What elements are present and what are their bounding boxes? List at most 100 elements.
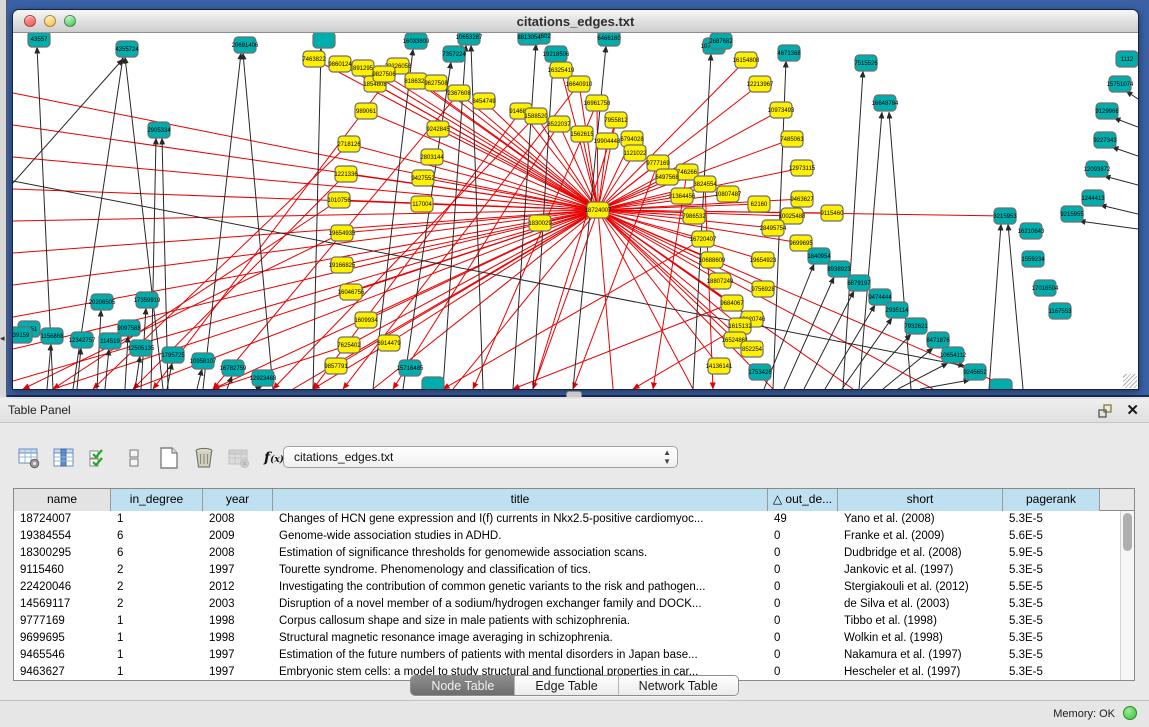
table-cell[interactable]: 19384554 bbox=[14, 528, 111, 545]
float-panel-icon[interactable] bbox=[1097, 403, 1113, 419]
table-cell[interactable]: 6 bbox=[111, 528, 203, 545]
split-pane-handle[interactable] bbox=[566, 391, 582, 397]
table-row[interactable]: 977716911998Corpus callosum shape and si… bbox=[14, 613, 1134, 630]
table-scrollbar[interactable] bbox=[1120, 511, 1134, 681]
table-cell[interactable]: 2009 bbox=[203, 528, 273, 545]
table-cell[interactable]: 1998 bbox=[203, 613, 273, 630]
panel-collapse-arrow-icon[interactable]: ◂ bbox=[0, 334, 5, 343]
column-header-name[interactable]: name bbox=[14, 489, 111, 511]
table-row[interactable]: 1938455462009Genome-wide association stu… bbox=[14, 528, 1134, 545]
table-cell[interactable]: 9777169 bbox=[14, 613, 111, 630]
select-columns-button[interactable] bbox=[86, 445, 112, 471]
table-cell[interactable]: 5.3E-5 bbox=[1003, 630, 1100, 647]
table-row[interactable]: 946554611997Estimation of the future num… bbox=[14, 647, 1134, 664]
table-cell[interactable]: 1 bbox=[111, 613, 203, 630]
delete-table-button[interactable] bbox=[226, 445, 252, 471]
table-cell[interactable]: 5.9E-5 bbox=[1003, 545, 1100, 562]
table-cell[interactable]: 0 bbox=[768, 579, 838, 596]
window-resize-grip[interactable] bbox=[1123, 374, 1137, 388]
table-cell[interactable]: de Silva et al. (2003) bbox=[838, 596, 1003, 613]
column-header-year[interactable]: year bbox=[203, 489, 273, 511]
table-select-dropdown[interactable]: citations_edges.txt ▲▼ bbox=[283, 446, 678, 468]
table-cell[interactable]: 2 bbox=[111, 579, 203, 596]
table-row[interactable]: 2242004622012Investigating the contribut… bbox=[14, 579, 1134, 596]
column-header-in_degree[interactable]: in_degree bbox=[111, 489, 203, 511]
table-cell[interactable]: Estimation of significance thresholds fo… bbox=[273, 545, 768, 562]
table-row[interactable]: 1872400712008Changes of HCN gene express… bbox=[14, 511, 1134, 528]
column-header-short[interactable]: short bbox=[838, 489, 1003, 511]
tab-edge-table[interactable]: Edge Table bbox=[515, 676, 618, 695]
memory-ok-indicator-icon[interactable] bbox=[1123, 706, 1137, 720]
table-cell[interactable]: 2003 bbox=[203, 596, 273, 613]
zoom-window-icon[interactable] bbox=[64, 15, 76, 27]
graph-node[interactable] bbox=[990, 379, 1012, 389]
graph-node[interactable] bbox=[422, 377, 444, 389]
table-cell[interactable]: 49 bbox=[768, 511, 838, 528]
minimize-window-icon[interactable] bbox=[44, 15, 56, 27]
table-cell[interactable]: 0 bbox=[768, 596, 838, 613]
table-cell[interactable]: 14569117 bbox=[14, 596, 111, 613]
table-cell[interactable]: 22420046 bbox=[14, 579, 111, 596]
table-cell[interactable]: Tourette syndrome. Phenomenology and cla… bbox=[273, 562, 768, 579]
close-window-icon[interactable] bbox=[24, 15, 36, 27]
table-row[interactable]: 1456911722003Disruption of a novel membe… bbox=[14, 596, 1134, 613]
network-view-window[interactable]: citations_edges.txt 18724007183002943557… bbox=[12, 9, 1139, 390]
column-header-title[interactable]: title bbox=[273, 489, 768, 511]
table-cell[interactable]: 0 bbox=[768, 647, 838, 664]
table-cell[interactable]: 9699695 bbox=[14, 630, 111, 647]
table-cell[interactable]: 0 bbox=[768, 545, 838, 562]
table-cell[interactable]: 1997 bbox=[203, 562, 273, 579]
table-cell[interactable]: Structural magnetic resonance image aver… bbox=[273, 630, 768, 647]
table-cell[interactable]: 5.3E-5 bbox=[1003, 562, 1100, 579]
table-cell[interactable]: Franke et al. (2009) bbox=[838, 528, 1003, 545]
table-cell[interactable]: 9465546 bbox=[14, 647, 111, 664]
network-canvas[interactable]: 1872400718300294355743557242069140616033… bbox=[13, 33, 1138, 389]
table-cell[interactable]: 2008 bbox=[203, 511, 273, 528]
network-graph[interactable]: 1872400718300294355743557242069140616033… bbox=[13, 33, 1138, 389]
table-cell[interactable]: 0 bbox=[768, 528, 838, 545]
column-header-out_de[interactable]: △ out_de... bbox=[768, 489, 838, 511]
close-panel-icon[interactable]: ✕ bbox=[1126, 401, 1139, 421]
table-cell[interactable]: 5.6E-5 bbox=[1003, 528, 1100, 545]
table-cell[interactable]: 5.3E-5 bbox=[1003, 596, 1100, 613]
table-cell[interactable]: Genome-wide association studies in ADHD. bbox=[273, 528, 768, 545]
table-row[interactable]: 911546021997Tourette syndrome. Phenomeno… bbox=[14, 562, 1134, 579]
table-cell[interactable]: 1 bbox=[111, 647, 203, 664]
table-cell[interactable]: 5.3E-5 bbox=[1003, 613, 1100, 630]
table-cell[interactable]: 9115460 bbox=[14, 562, 111, 579]
table-cell[interactable]: Tibbo et al. (1998) bbox=[838, 613, 1003, 630]
table-cell[interactable]: Yano et al. (2008) bbox=[838, 511, 1003, 528]
tab-node-table[interactable]: Node Table bbox=[411, 676, 515, 695]
table-cell[interactable]: Dudbridge et al. (2008) bbox=[838, 545, 1003, 562]
create-column-button[interactable] bbox=[156, 445, 182, 471]
show-columns-button[interactable] bbox=[51, 445, 77, 471]
table-cell[interactable]: 5.3E-5 bbox=[1003, 647, 1100, 664]
table-cell[interactable]: 18300295 bbox=[14, 545, 111, 562]
delete-column-button[interactable] bbox=[191, 445, 217, 471]
table-cell[interactable]: Corpus callosum shape and size in male p… bbox=[273, 613, 768, 630]
table-cell[interactable]: 2012 bbox=[203, 579, 273, 596]
table-cell[interactable]: 2008 bbox=[203, 545, 273, 562]
table-cell[interactable]: Stergiakouli et al. (2012) bbox=[838, 579, 1003, 596]
table-cell[interactable]: 5.3E-5 bbox=[1003, 511, 1100, 528]
table-cell[interactable]: 2 bbox=[111, 562, 203, 579]
tab-network-table[interactable]: Network Table bbox=[619, 676, 738, 695]
graph-node[interactable] bbox=[313, 33, 335, 48]
table-cell[interactable]: Wolkin et al. (1998) bbox=[838, 630, 1003, 647]
table-row[interactable]: 1830029562008Estimation of significance … bbox=[14, 545, 1134, 562]
table-cell[interactable]: 0 bbox=[768, 630, 838, 647]
table-cell[interactable]: 1998 bbox=[203, 630, 273, 647]
table-cell[interactable]: 0 bbox=[768, 562, 838, 579]
table-cell[interactable]: Investigating the contribution of common… bbox=[273, 579, 768, 596]
table-cell[interactable]: 2 bbox=[111, 596, 203, 613]
row-options-button[interactable] bbox=[121, 445, 147, 471]
table-cell[interactable]: 1 bbox=[111, 511, 203, 528]
table-cell[interactable]: Jankovic et al. (1997) bbox=[838, 562, 1003, 579]
table-row[interactable]: 969969511998Structural magnetic resonanc… bbox=[14, 630, 1134, 647]
window-titlebar[interactable]: citations_edges.txt bbox=[13, 10, 1138, 33]
table-cell[interactable]: Disruption of a novel member of a sodium… bbox=[273, 596, 768, 613]
table-cell[interactable]: 5.5E-5 bbox=[1003, 579, 1100, 596]
column-header-pagerank[interactable]: pagerank bbox=[1003, 489, 1100, 511]
table-cell[interactable]: 18724007 bbox=[14, 511, 111, 528]
table-cell[interactable]: 6 bbox=[111, 545, 203, 562]
